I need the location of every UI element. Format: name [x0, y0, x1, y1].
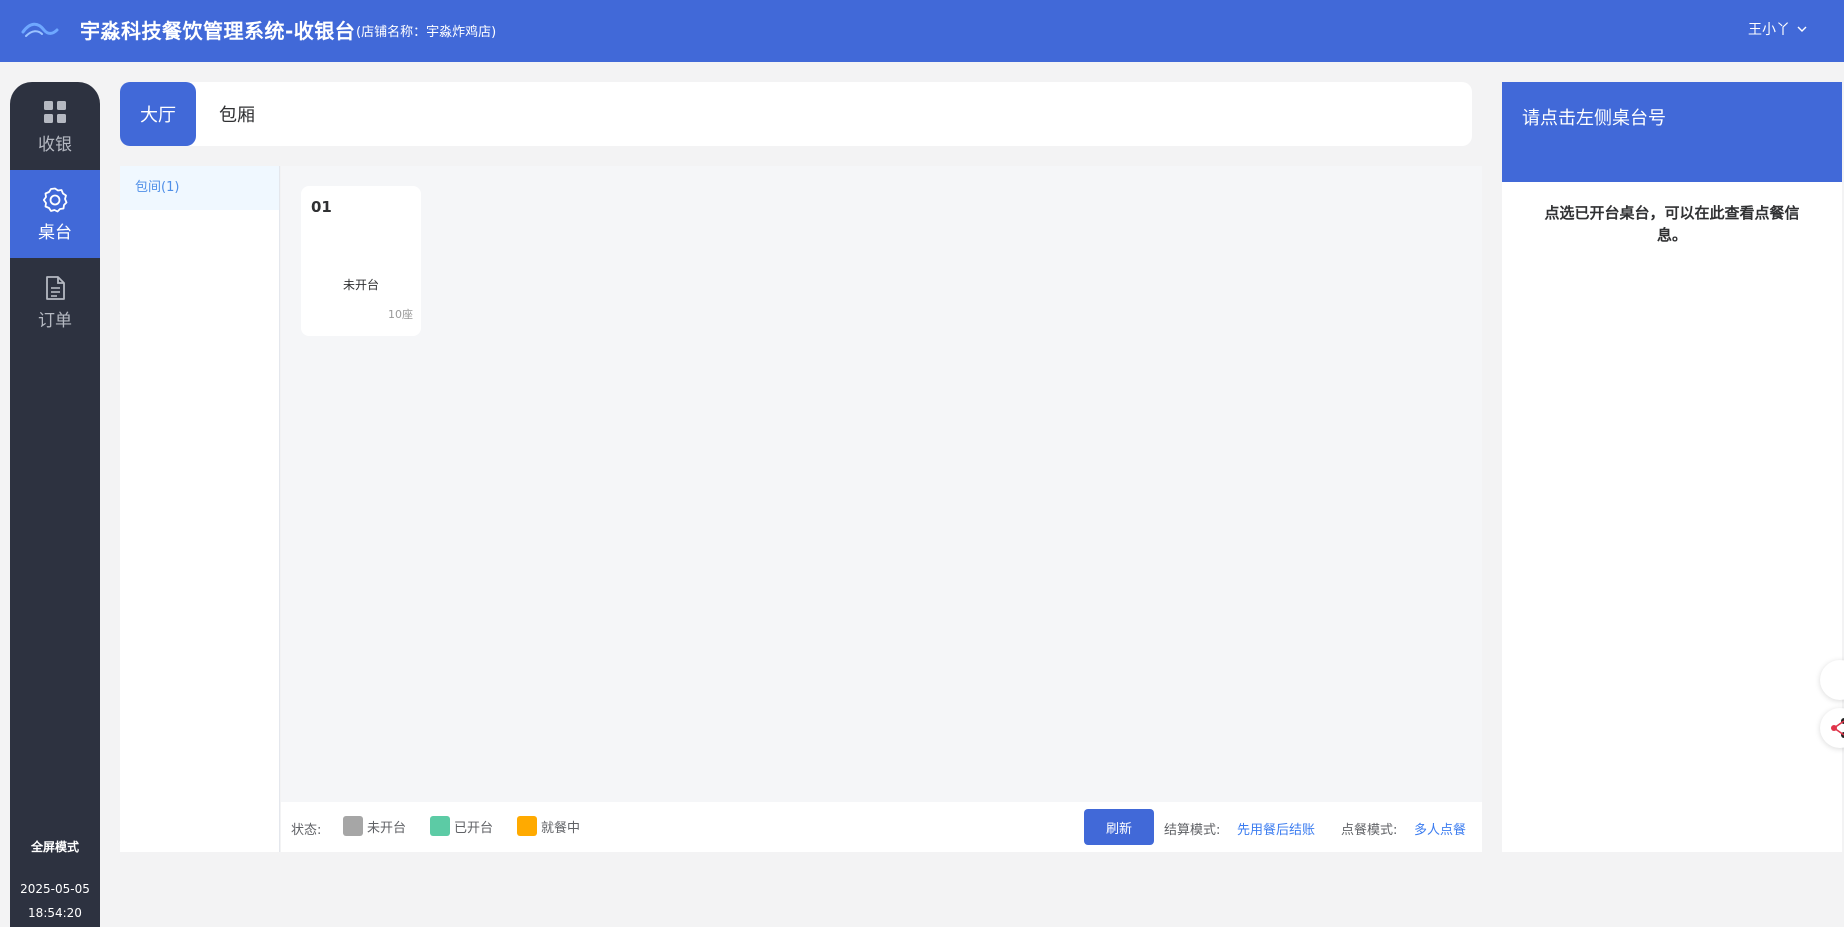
nav-label-orders: 订单	[38, 310, 72, 331]
nav-item-tables[interactable]: 桌台	[10, 170, 100, 258]
legend-dining: 就餐中	[517, 816, 580, 836]
table-number: 01	[311, 198, 332, 216]
legend-label: 就餐中	[541, 820, 581, 836]
detail-hint: 点选已开台桌台，可以在此查看点餐信息。	[1544, 204, 1800, 244]
sidebar-footer: 全屏模式 2025-05-05 18:54:20	[10, 838, 100, 927]
table-card[interactable]: 01 未开台 10座	[301, 186, 421, 336]
legend-swatch	[517, 816, 537, 836]
order-mode-label: 点餐模式:	[1341, 823, 1398, 838]
left-sidebar: 收银 桌台 订单 全屏模式 2025-05-05 18:54:20	[10, 82, 100, 927]
category-panel: 包间(1)	[120, 166, 280, 852]
gear-icon	[42, 187, 68, 212]
nav-label-cashier: 收银	[38, 134, 72, 155]
legend-label: 未开台	[367, 820, 407, 836]
app-title: 宇淼科技餐饮管理系统-收银台	[80, 19, 356, 43]
legend-label: 已开台	[454, 820, 494, 836]
grid-icon	[44, 100, 66, 123]
table-seats: 10座	[388, 308, 413, 321]
fullscreen-button[interactable]: 全屏模式	[10, 838, 100, 855]
table-grid: 01 未开台 10座	[281, 166, 1482, 802]
status-label: 状态:	[291, 823, 322, 838]
detail-title: 请点击左侧桌台号	[1502, 82, 1842, 182]
nav-label-tables: 桌台	[38, 222, 72, 243]
legend-swatch	[343, 816, 363, 836]
legend-opened: 已开台	[430, 816, 493, 836]
settle-mode-label: 结算模式:	[1164, 823, 1221, 838]
store-name: (店铺名称：宇淼炸鸡店)	[356, 25, 497, 40]
chevron-down-icon	[1797, 26, 1807, 32]
share-icon	[1831, 718, 1844, 738]
user-menu[interactable]: 王小丫	[1748, 19, 1808, 39]
floating-share-button[interactable]	[1820, 708, 1844, 748]
user-name: 王小丫	[1748, 22, 1790, 38]
settle-mode-value[interactable]: 先用餐后结账	[1237, 819, 1315, 838]
current-time: 18:54:20	[28, 906, 82, 920]
table-status: 未开台	[342, 278, 379, 292]
order-mode-value[interactable]: 多人点餐	[1414, 819, 1466, 838]
logo-icon	[21, 22, 59, 37]
current-date: 2025-05-05	[20, 882, 90, 896]
category-item[interactable]: 包间(1)	[120, 166, 279, 210]
refresh-button[interactable]: 刷新	[1084, 809, 1154, 845]
status-bar: 状态: 未开台 已开台 就餐中 刷新 结算模式: 先用餐后结账 点餐模式: 多人…	[281, 802, 1482, 852]
order-detail-panel: 请点击左侧桌台号 点选已开台桌台，可以在此查看点餐信息。	[1502, 82, 1842, 852]
legend-not-open: 未开台	[343, 816, 406, 836]
document-icon	[46, 275, 65, 300]
nav-item-cashier[interactable]: 收银	[10, 82, 100, 170]
top-header: 宇淼科技餐饮管理系统-收银台 (店铺名称：宇淼炸鸡店) 王小丫	[0, 0, 1844, 62]
tab-private-room[interactable]: 包厢	[196, 82, 278, 146]
area-tabs: 大厅 包厢	[120, 82, 1472, 146]
legend-swatch	[430, 816, 450, 836]
tab-hall[interactable]: 大厅	[120, 82, 196, 146]
nav-item-orders[interactable]: 订单	[10, 258, 100, 346]
